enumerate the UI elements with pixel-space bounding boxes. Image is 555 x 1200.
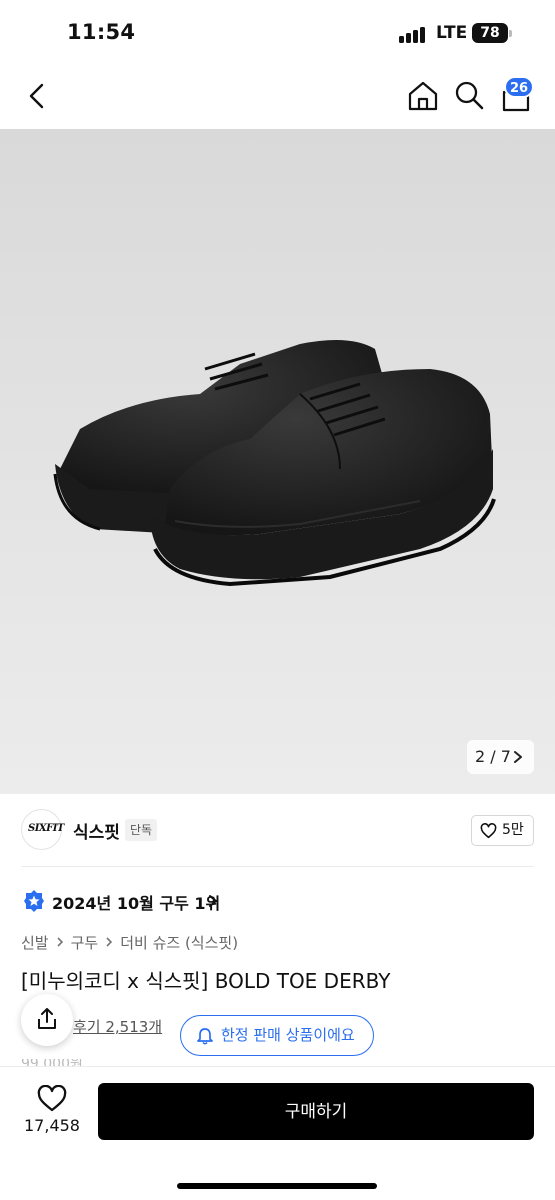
buy-button[interactable]: 구매하기 — [98, 1083, 534, 1140]
brand-exclusive-tag: 단독 — [125, 819, 158, 841]
top-nav: 26 — [0, 66, 555, 129]
heart-icon — [480, 823, 497, 839]
breadcrumb: 신발 구두 더비 슈즈 (식스핏) — [21, 931, 238, 953]
divider — [21, 866, 534, 867]
home-icon[interactable] — [406, 79, 440, 113]
battery-icon: 78 — [472, 23, 508, 43]
share-button[interactable] — [21, 994, 73, 1046]
breadcrumb-item[interactable]: 구두 — [71, 932, 99, 953]
share-icon — [38, 1008, 56, 1029]
review-count-link[interactable]: 후기 2,513개 — [73, 1016, 162, 1037]
chevron-right-icon — [514, 751, 522, 763]
image-counter[interactable]: 2 / 7 — [467, 740, 534, 774]
brand-logo[interactable]: SIXFIT — [21, 809, 64, 850]
product-title: [미누의코디 x 식스핏] BOLD TOE DERBY — [21, 969, 391, 993]
brand-like-button[interactable]: 5만 — [471, 815, 534, 846]
ranking-badge-icon — [24, 890, 44, 912]
bell-icon — [197, 1028, 213, 1045]
ranking-link[interactable]: 2024년 10월 구두 1위 — [52, 890, 220, 914]
heart-icon[interactable] — [37, 1085, 67, 1113]
wishlist-count: 17,458 — [24, 1116, 80, 1135]
signal-icon — [399, 25, 429, 43]
breadcrumb-item[interactable]: 신발 — [21, 932, 49, 953]
status-bar: 11:54 LTE 78 — [0, 0, 555, 66]
product-image[interactable] — [0, 129, 555, 794]
cart-count-badge: 26 — [504, 76, 535, 98]
limited-sale-label: 한정 판매 상품이에요 — [221, 1026, 355, 1044]
network-type: LTE — [436, 23, 468, 43]
back-arrow-icon[interactable] — [22, 80, 54, 112]
brand-like-count: 5만 — [502, 822, 524, 838]
battery-tip — [509, 30, 512, 37]
brand-logo-text: SIXFIT — [28, 823, 64, 834]
status-time: 11:54 — [67, 20, 136, 44]
breadcrumb-item[interactable]: 더비 슈즈 (식스핏) — [120, 932, 238, 953]
limited-sale-badge[interactable]: 한정 판매 상품이에요 — [180, 1015, 374, 1056]
derby-shoes-image — [53, 340, 496, 587]
chevron-right-icon — [57, 937, 63, 947]
brand-name[interactable]: 식스핏 — [73, 818, 120, 843]
price-partial: 99,000원 — [21, 1059, 83, 1066]
chevron-right-icon — [106, 937, 113, 947]
search-icon[interactable] — [453, 79, 485, 111]
image-counter-text: 2 / 7 — [475, 747, 511, 766]
chevron-right-icon — [209, 895, 217, 907]
home-indicator — [177, 1183, 377, 1189]
